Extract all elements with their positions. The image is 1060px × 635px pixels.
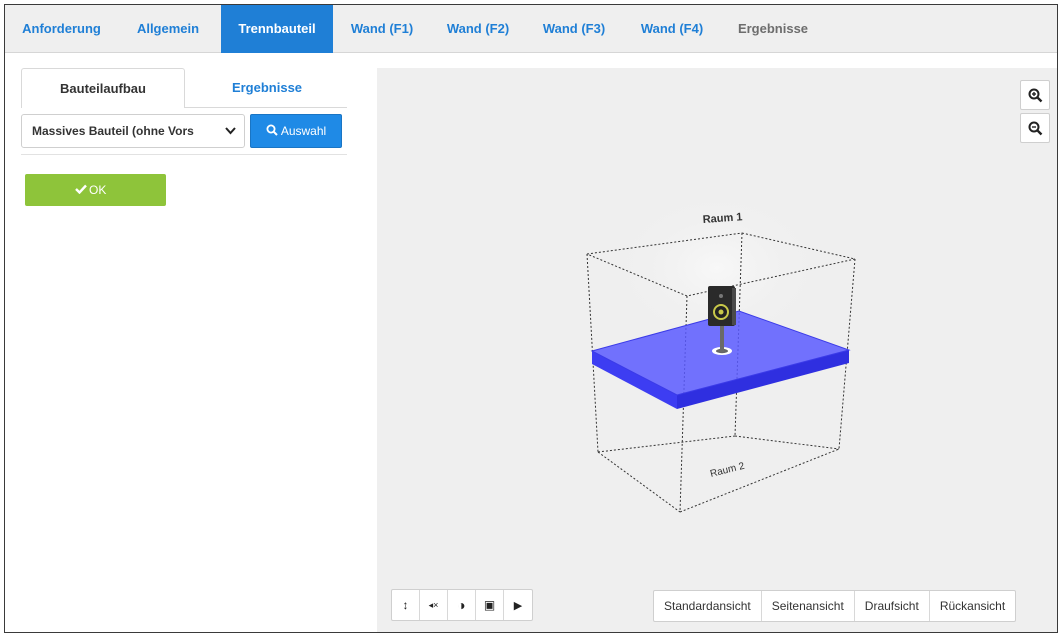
left-panel: Bauteilaufbau Ergebnisse Massives Bautei… — [5, 54, 367, 632]
zoom-out-icon — [1028, 121, 1043, 136]
auswahl-button[interactable]: Auswahl — [250, 114, 342, 148]
3d-viewer[interactable]: Raum 1 Raum 2 ↕ ◂× ◑ ▣ ▶ Standardansicht… — [377, 68, 1057, 632]
component-type-select[interactable]: Massives Bauteil (ohne Vors — [21, 114, 245, 148]
standard-view-button[interactable]: Standardansicht — [654, 591, 762, 621]
room-scene: Raum 1 Raum 2 — [586, 188, 856, 513]
ok-button[interactable]: OK — [25, 174, 166, 206]
tab-ergebnisse[interactable]: Ergebnisse — [723, 5, 823, 53]
zoom-out-button[interactable] — [1020, 113, 1050, 143]
top-view-button[interactable]: Draufsicht — [855, 591, 930, 621]
separator — [21, 154, 347, 155]
zoom-in-button[interactable] — [1020, 80, 1050, 110]
app-window: Anforderung Allgemein Trennbauteil Wand … — [4, 4, 1058, 633]
subtab-bauteilaufbau[interactable]: Bauteilaufbau — [21, 68, 185, 107]
room-2-label: Raum 2 — [709, 461, 746, 480]
main-tab-bar: Anforderung Allgemein Trennbauteil Wand … — [5, 5, 1057, 53]
view-tools: ↕ ◂× ◑ ▣ ▶ — [391, 589, 533, 621]
view-preset-buttons: Standardansicht Seitenansicht Draufsicht… — [653, 590, 1017, 622]
tab-wand-f3[interactable]: Wand (F3) — [531, 5, 617, 53]
tab-allgemein[interactable]: Allgemein — [118, 5, 218, 53]
camera-icon[interactable]: ▣ — [476, 590, 504, 620]
auswahl-label: Auswahl — [280, 124, 327, 138]
tab-trennbauteil[interactable]: Trennbauteil — [221, 5, 333, 53]
side-view-button[interactable]: Seitenansicht — [762, 591, 855, 621]
ok-label: OK — [89, 183, 107, 197]
tab-wand-f4[interactable]: Wand (F4) — [629, 5, 715, 53]
subtab-divider — [21, 107, 347, 108]
zoom-in-icon — [1028, 88, 1043, 103]
component-type-value: Massives Bauteil (ohne Vors — [32, 124, 194, 138]
mute-icon[interactable]: ◂× — [420, 590, 448, 620]
back-view-button[interactable]: Rückansicht — [930, 591, 1015, 621]
vertical-arrows-icon[interactable]: ↕ — [392, 590, 420, 620]
contrast-icon[interactable]: ◑ — [448, 590, 476, 620]
subtab-ergebnisse[interactable]: Ergebnisse — [187, 68, 347, 107]
tab-anforderung[interactable]: Anforderung — [5, 5, 118, 53]
check-icon — [75, 184, 87, 195]
tab-wand-f1[interactable]: Wand (F1) — [339, 5, 425, 53]
chevron-down-icon — [225, 115, 236, 147]
tab-wand-f2[interactable]: Wand (F2) — [435, 5, 521, 53]
search-icon — [266, 124, 278, 136]
play-icon[interactable]: ▶ — [504, 590, 532, 620]
